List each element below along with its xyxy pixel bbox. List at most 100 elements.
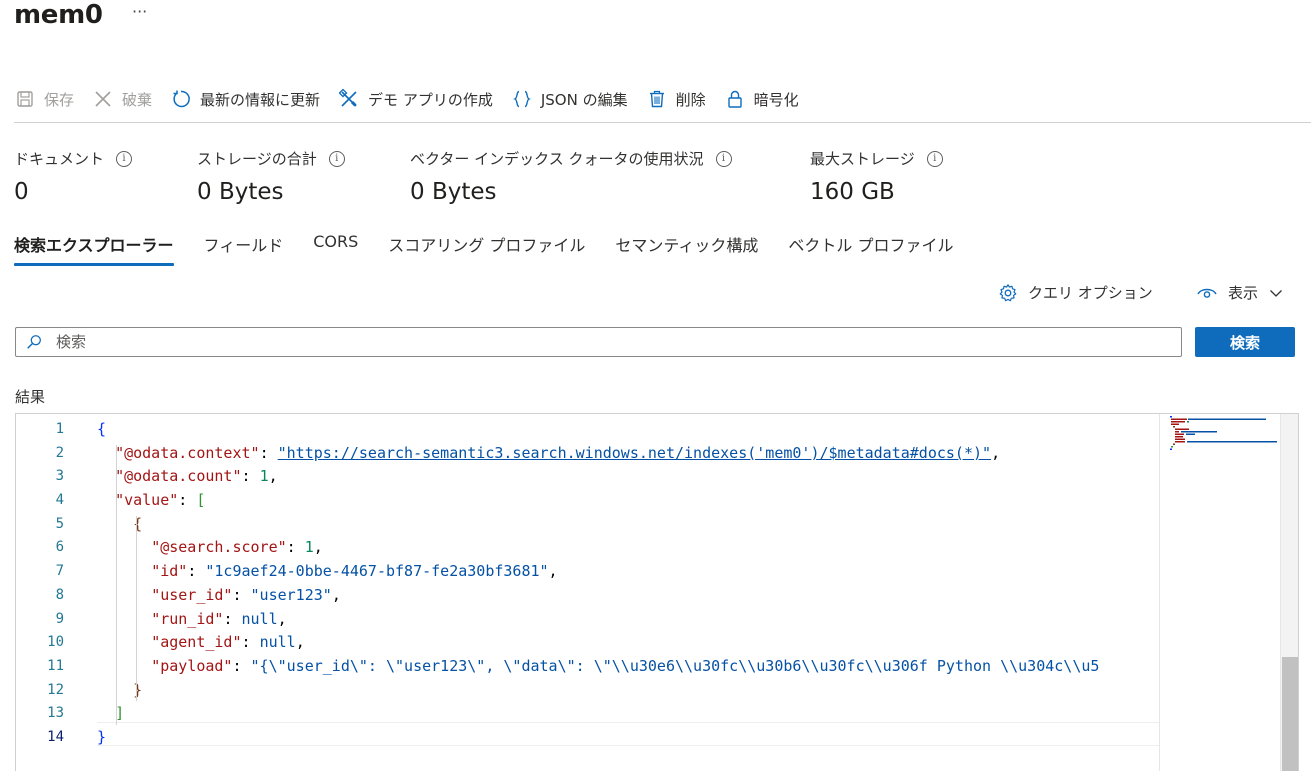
json-token: , — [268, 467, 278, 486]
tab-fields[interactable]: フィールド — [204, 230, 284, 268]
json-token: , — [331, 585, 341, 604]
json-token: "@odata.context" — [115, 443, 260, 462]
json-token: : — [223, 609, 242, 628]
json-token: : — [241, 633, 260, 652]
json-token: "payload" — [151, 656, 233, 675]
code-line: "agent_id": null, — [97, 631, 1159, 655]
code-line: "@odata.context": "https://search-semant… — [97, 442, 1159, 466]
stat-label: ドキュメント — [14, 150, 105, 168]
json-token: : — [259, 443, 278, 462]
query-options-label: クエリ オプション — [1028, 284, 1153, 302]
info-icon[interactable]: i — [328, 150, 345, 167]
edit-json-label: JSON の編集 — [540, 90, 628, 109]
json-token: null — [259, 633, 296, 652]
code-line: "value": [ — [97, 489, 1159, 513]
code-line: "run_id": null, — [97, 608, 1159, 632]
json-token: , — [277, 609, 287, 628]
stat-label: 最大ストレージ — [810, 150, 915, 168]
stat-label: ベクター インデックス クォータの使用状況 — [410, 150, 704, 168]
line-number: 12 — [47, 681, 64, 698]
vertical-scrollbar[interactable] — [1280, 414, 1298, 771]
json-token: { — [133, 514, 143, 533]
view-dropdown[interactable]: 表示 — [1196, 282, 1284, 303]
line-number: 7 — [55, 563, 64, 580]
trash-icon — [646, 88, 668, 110]
json-token: : — [286, 538, 305, 557]
code-line: } — [97, 679, 1159, 703]
line-number: 4 — [55, 492, 64, 509]
minimap-preview — [1170, 416, 1277, 450]
code-line: "@search.score": 1, — [97, 536, 1159, 560]
code-line: "payload": "{\"user_id\": \"user123\", \… — [97, 655, 1159, 679]
results-json-editor[interactable]: 1 2 3 4 5 6 7 8 9 10 11 12 13 14 { "@odata.context": … — [15, 413, 1299, 771]
create-demo-app-label: デモ アプリの作成 — [368, 90, 493, 109]
stat-label: ストレージの合計 — [197, 150, 317, 168]
query-options-button[interactable]: クエリ オプション — [998, 282, 1153, 303]
line-number: 10 — [47, 634, 64, 651]
encrypt-button[interactable]: 暗号化 — [724, 84, 799, 114]
code-line: { — [97, 418, 1159, 442]
json-token: } — [133, 680, 143, 699]
stat-max-storage: 最大ストレージ i 160 GB — [810, 148, 943, 205]
search-input[interactable] — [54, 332, 1158, 352]
info-icon[interactable]: i — [116, 150, 133, 167]
code-line: } — [97, 726, 1159, 750]
json-code-area[interactable]: { "@odata.context": "https://search-sema… — [97, 418, 1159, 750]
json-token[interactable]: "https://search-semantic3.search.windows… — [278, 444, 991, 462]
tab-semantic-config[interactable]: セマンティック構成 — [615, 230, 758, 268]
code-line: { — [97, 513, 1159, 537]
code-line: "id": "1c9aef24-0bbe-4467-bf87-fe2a30bf3… — [97, 560, 1159, 584]
delete-button[interactable]: 削除 — [646, 84, 706, 114]
command-bar: 保存 破棄 最新の情報に更新 デモ アプリの作成 JSON の編集 削除 暗号化 — [14, 84, 817, 114]
json-token: "run_id" — [151, 609, 224, 628]
discard-label: 破棄 — [122, 90, 153, 109]
search-box — [15, 327, 1182, 357]
code-line: "@odata.count": 1, — [97, 465, 1159, 489]
stat-value: 0 Bytes — [410, 179, 497, 205]
json-token: : — [232, 585, 251, 604]
more-options-button[interactable]: ··· — [132, 2, 147, 21]
json-token: { — [97, 420, 107, 438]
json-token: null — [241, 609, 278, 628]
tab-vector-profiles[interactable]: ベクトル プロファイル — [788, 230, 953, 268]
json-token: [ — [196, 491, 206, 510]
results-label: 結果 — [15, 388, 46, 406]
stat-total-storage: ストレージの合計 i 0 Bytes — [197, 148, 345, 205]
line-number: 6 — [55, 539, 64, 556]
line-number: 2 — [55, 444, 64, 461]
create-demo-app-button[interactable]: デモ アプリの作成 — [338, 84, 493, 114]
lock-icon — [724, 88, 746, 110]
code-minimap[interactable] — [1159, 414, 1280, 771]
line-number-gutter: 1 2 3 4 5 6 7 8 9 10 11 12 13 14 — [16, 418, 66, 750]
page-title: mem0 — [14, 0, 103, 30]
edit-json-button[interactable]: JSON の編集 — [511, 84, 628, 114]
line-number: 3 — [55, 468, 64, 485]
json-token: "value" — [115, 491, 179, 510]
json-token: "1c9aef24-0bbe-4467-bf87-fe2a30bf3681" — [205, 562, 549, 581]
json-token: "@search.score" — [151, 538, 287, 557]
line-number: 8 — [55, 586, 64, 603]
line-number: 5 — [55, 515, 64, 532]
line-number: 13 — [47, 705, 64, 722]
close-icon — [92, 88, 114, 110]
refresh-button[interactable]: 最新の情報に更新 — [170, 84, 320, 114]
json-token: "id" — [151, 562, 188, 581]
toolbar-divider — [14, 122, 1311, 123]
scrollbar-thumb[interactable] — [1282, 657, 1298, 771]
tab-scoring-profiles[interactable]: スコアリング プロファイル — [388, 230, 585, 268]
discard-button[interactable]: 破棄 — [92, 84, 152, 114]
info-icon[interactable]: i — [926, 150, 943, 167]
stat-value: 0 — [14, 179, 29, 205]
tools-icon — [338, 88, 360, 110]
tab-search-explorer[interactable]: 検索エクスプローラー — [14, 230, 174, 268]
stat-documents: ドキュメント i 0 — [14, 148, 133, 205]
info-icon[interactable]: i — [715, 150, 732, 167]
tab-cors[interactable]: CORS — [313, 230, 358, 268]
indent-guide — [116, 445, 117, 725]
tab-bar: 検索エクスプローラー フィールド CORS スコアリング プロファイル セマンテ… — [14, 230, 984, 266]
line-number: 9 — [55, 610, 64, 627]
search-button[interactable]: 検索 — [1195, 327, 1295, 357]
json-token: "agent_id" — [151, 633, 242, 652]
save-button[interactable]: 保存 — [14, 84, 74, 114]
line-number: 14 — [47, 728, 64, 745]
